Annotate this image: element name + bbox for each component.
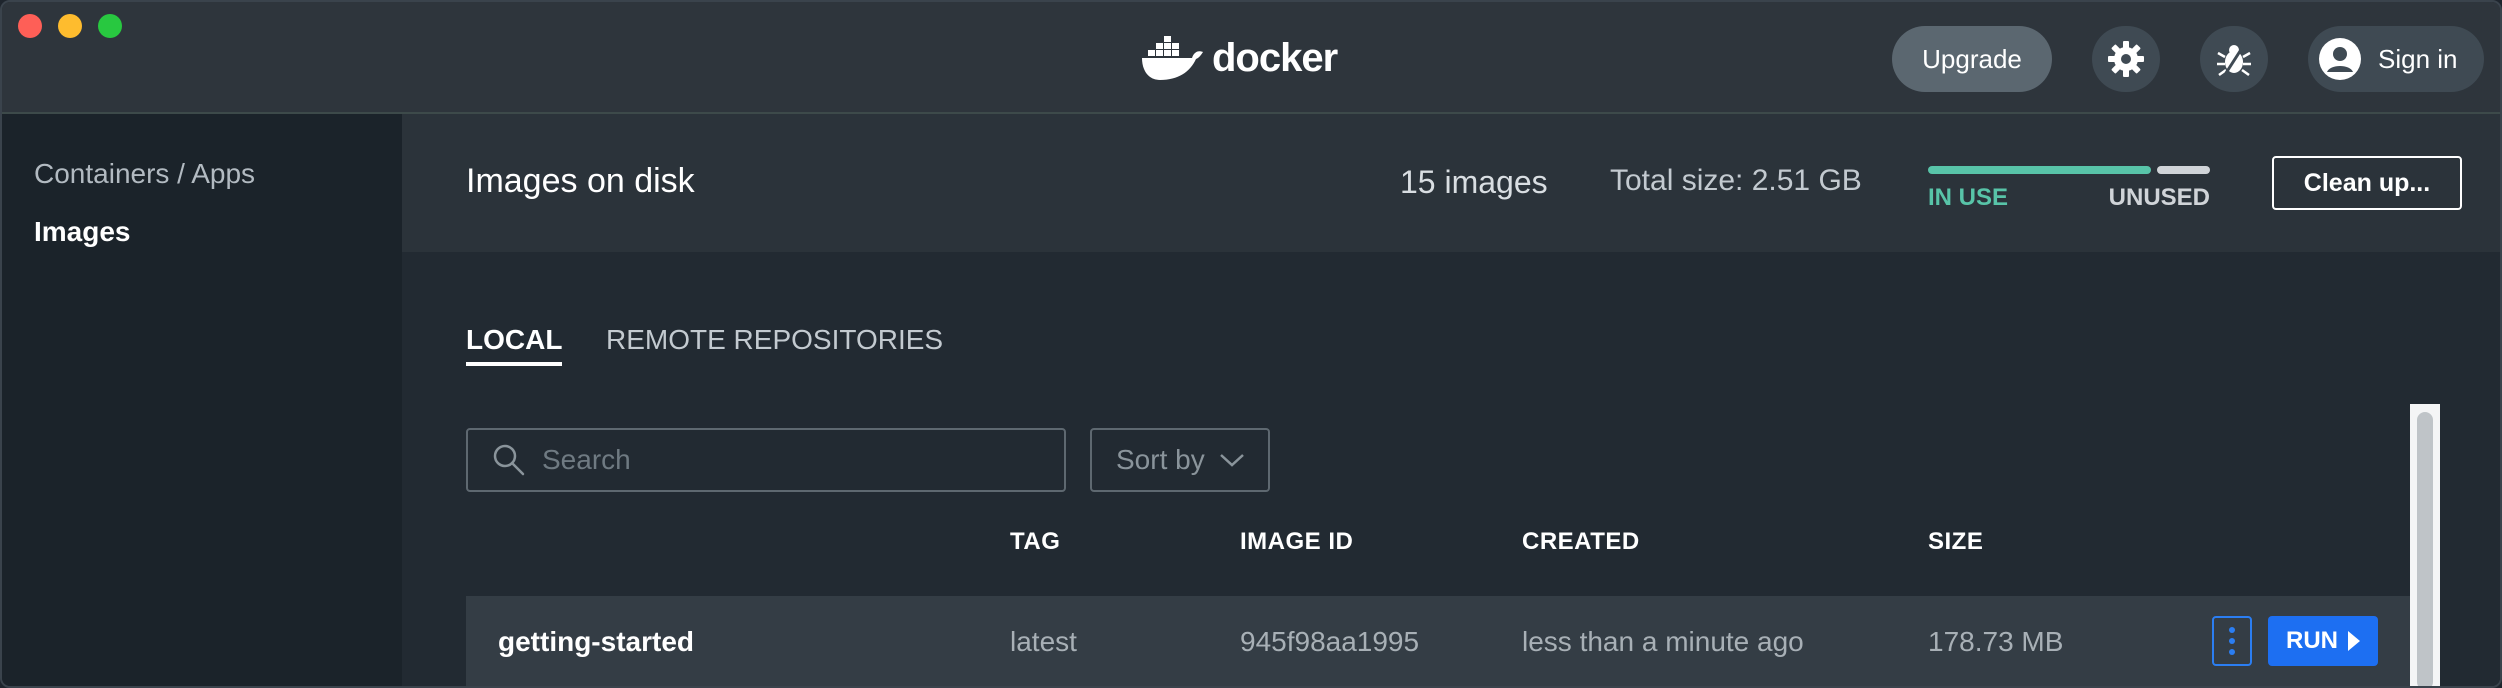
search-icon [493,444,525,476]
column-header-image-id[interactable]: IMAGE ID [1240,528,1353,556]
title-bar: docker Upgrade Sign in [2,2,2500,114]
in-use-label: IN USE [1928,184,2009,211]
scrollbar[interactable] [2410,404,2440,686]
table-row[interactable]: getting-started latest 945f98aa1995 less… [466,596,2410,686]
disk-usage-meter: IN USE UNUSED [1928,166,2210,218]
more-options-button[interactable] [2212,616,2252,666]
image-count: 15 images [1400,164,1548,200]
unused-label: UNUSED [2108,184,2210,211]
image-name: getting-started [498,626,694,657]
chevron-down-icon [1219,454,1244,467]
play-icon [2348,631,2360,651]
scrollbar-thumb[interactable] [2417,412,2433,686]
kebab-menu-icon [2229,627,2235,655]
column-header-tag[interactable]: TAG [1010,528,1060,556]
upgrade-button[interactable]: Upgrade [1892,26,2052,92]
image-tag: latest [1010,626,1077,657]
sign-in-button[interactable]: Sign in [2308,26,2484,92]
docker-desktop-window: docker Upgrade Sign in Containers / Apps… [0,0,2502,688]
user-icon [2319,38,2361,80]
images-header: Images on disk 15 images Total size: 2.5… [402,114,2500,252]
column-header-created[interactable]: CREATED [1522,528,1640,556]
search-input[interactable] [542,444,1042,476]
images-panel: Images on disk 15 images Total size: 2.5… [402,114,2500,686]
bug-icon [2217,44,2251,77]
zoom-window-button[interactable] [98,14,122,38]
sidebar: Containers / Apps Images [2,114,402,686]
sort-by-dropdown[interactable]: Sort by [1090,428,1270,492]
docker-wordmark: docker [1212,35,1338,80]
usage-bar [1928,166,2210,174]
sign-in-label: Sign in [2378,43,2458,74]
image-size: 178.73 MB [1928,626,2064,657]
sidebar-item-containers-apps[interactable]: Containers / Apps [34,158,255,190]
whale-icon [1142,36,1203,80]
search-box[interactable] [466,428,1066,492]
clean-up-button[interactable]: Clean up... [2272,156,2462,210]
troubleshoot-button[interactable] [2200,26,2268,92]
image-created: less than a minute ago [1522,626,1804,657]
usage-bar-unused [2157,166,2210,174]
page-title: Images on disk [466,162,695,200]
sidebar-item-images[interactable]: Images [34,216,131,248]
gear-icon [2108,41,2144,77]
run-label: RUN [2286,627,2338,654]
docker-logo: docker [1140,32,1338,84]
usage-bar-in-use [1928,166,2151,174]
sort-by-label: Sort by [1116,444,1205,475]
minimize-window-button[interactable] [58,14,82,38]
tab-local[interactable]: LOCAL [466,324,563,366]
settings-button[interactable] [2092,26,2160,92]
image-id: 945f98aa1995 [1240,626,1420,657]
total-size: Total size: 2.51 GB [1610,164,1862,197]
tab-remote-repositories[interactable]: REMOTE REPOSITORIES [606,324,943,356]
run-button[interactable]: RUN [2268,616,2378,666]
close-window-button[interactable] [18,14,42,38]
column-header-size[interactable]: SIZE [1928,528,1983,556]
